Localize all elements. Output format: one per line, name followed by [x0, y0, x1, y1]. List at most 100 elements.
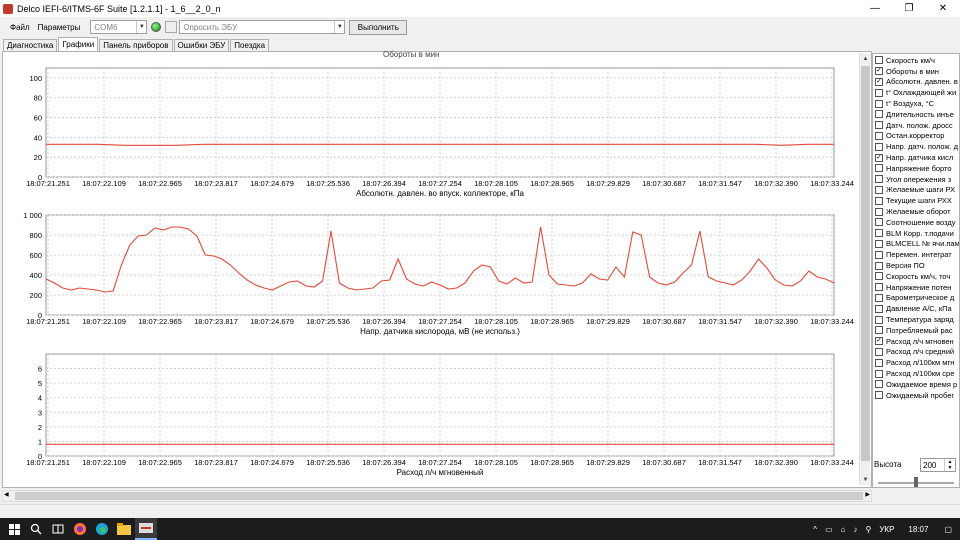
parameter-item[interactable]: Ожидаемое время р [873, 379, 959, 390]
parameter-item[interactable]: BLMCELL № ячи.пам [873, 239, 959, 250]
checkbox[interactable] [875, 250, 883, 259]
edge-icon[interactable] [91, 518, 113, 540]
execute-button[interactable]: Выполнить [349, 19, 408, 35]
parameter-item[interactable]: ✓ Расход л/ч мгновен [873, 336, 959, 347]
scroll-down-icon[interactable]: ▼ [860, 474, 871, 485]
parameter-item[interactable]: Напр. датч. полож. д [873, 141, 959, 152]
checkbox[interactable] [875, 99, 883, 108]
scroll-thumb[interactable] [861, 66, 870, 461]
checkbox[interactable] [875, 239, 883, 248]
parameter-item[interactable]: Датч. полож. дросс [873, 120, 959, 131]
parameter-item[interactable]: Версия ПО [873, 260, 959, 271]
checkbox[interactable]: ✓ [875, 67, 883, 76]
keyboard-language[interactable]: УКР [879, 525, 894, 534]
parameter-item[interactable]: Температура заряд [873, 314, 959, 325]
parameter-item[interactable]: Остан.корректор [873, 131, 959, 142]
parameter-item[interactable]: Скорость км/ч [873, 55, 959, 66]
checkbox[interactable] [875, 185, 883, 194]
parameter-item[interactable]: Угол опережения з [873, 174, 959, 185]
checkbox[interactable] [875, 56, 883, 65]
checkbox[interactable] [875, 110, 883, 119]
checkbox[interactable]: ✓ [875, 153, 883, 162]
parameter-item[interactable]: Длительность инъе [873, 109, 959, 120]
tab-graphs[interactable]: Графики [58, 37, 99, 51]
checkbox[interactable] [875, 304, 883, 313]
parameter-item[interactable]: Барометрическое д [873, 293, 959, 304]
checkbox[interactable] [875, 164, 883, 173]
checkbox[interactable] [875, 293, 883, 302]
ecu-query-select[interactable]: Опросить ЭБУ ▼ [179, 20, 346, 34]
parameter-item[interactable]: Напряжение потен [873, 282, 959, 293]
checkbox[interactable] [875, 229, 883, 238]
parameter-item[interactable]: BLM Корр. т.подачи [873, 228, 959, 239]
parameter-item[interactable]: Перемен. интеграт [873, 249, 959, 260]
checkbox[interactable] [875, 88, 883, 97]
scroll-up-icon[interactable]: ▲ [860, 53, 871, 64]
tray-chevron-up-icon[interactable]: ^ [813, 525, 817, 534]
location-icon[interactable]: ⚲ [865, 525, 871, 534]
checkbox[interactable] [875, 142, 883, 151]
hscroll-thumb[interactable] [15, 492, 863, 500]
tab-dashboard[interactable]: Панель приборов [99, 39, 173, 51]
port-select[interactable]: COM6 ▼ [90, 20, 148, 34]
restore-button[interactable]: ❐ [892, 0, 926, 17]
checkbox[interactable] [875, 131, 883, 140]
notifications-icon[interactable]: ▢ [944, 525, 952, 534]
parameter-item[interactable]: t° Воздуха, °C [873, 98, 959, 109]
checkbox[interactable] [875, 218, 883, 227]
volume-icon[interactable]: ♪ [853, 525, 857, 534]
parameter-item[interactable]: Давление А/С, кПа [873, 303, 959, 314]
parameter-item[interactable]: Ожидаемый пробег [873, 390, 959, 401]
menu-parameters[interactable]: Параметры [34, 23, 85, 32]
battery-icon[interactable]: ▭ [825, 525, 833, 534]
windows-start-icon[interactable] [3, 518, 25, 540]
search-icon[interactable] [25, 518, 47, 540]
height-slider-knob[interactable] [914, 477, 918, 487]
parameter-item[interactable]: Желаемые оборот [873, 206, 959, 217]
height-spinner[interactable]: 200 ▲ ▼ [920, 458, 956, 472]
close-button[interactable]: ✕ [926, 0, 960, 17]
parameter-item[interactable]: Расход л/100км сре [873, 368, 959, 379]
vertical-scrollbar[interactable]: ▲ ▼ [859, 53, 871, 485]
network-icon[interactable]: ⌂ [841, 525, 846, 534]
parameter-item[interactable]: Желаемые шаги РХ [873, 185, 959, 196]
checkbox[interactable] [875, 175, 883, 184]
checkbox[interactable] [875, 121, 883, 130]
checkbox[interactable] [875, 369, 883, 378]
checkbox[interactable] [875, 380, 883, 389]
parameter-item[interactable]: ✓ Напр. датчика кисл [873, 152, 959, 163]
menu-file[interactable]: Файл [6, 23, 34, 32]
checkbox[interactable] [875, 272, 883, 281]
checkbox[interactable] [875, 283, 883, 292]
parameter-item[interactable]: Расход л/ч средний [873, 347, 959, 358]
firefox-icon[interactable] [69, 518, 91, 540]
checkbox[interactable] [875, 347, 883, 356]
parameter-item[interactable]: Соотношение возду [873, 217, 959, 228]
minimize-button[interactable]: — [858, 0, 892, 17]
parameter-item[interactable]: Текущие шаги РХХ [873, 195, 959, 206]
checkbox[interactable] [875, 326, 883, 335]
scroll-right-icon[interactable]: ▶ [865, 491, 870, 498]
parameter-item[interactable]: Расход л/100км мгн [873, 357, 959, 368]
parameter-item[interactable]: Скорость км/ч, точ [873, 271, 959, 282]
parameter-item[interactable]: t° Охлаждающей жи [873, 87, 959, 98]
tab-trip[interactable]: Поездка [230, 39, 270, 51]
action-icon[interactable] [165, 21, 178, 33]
file-explorer-icon[interactable] [113, 518, 135, 540]
horizontal-scrollbar[interactable]: ◀ ▶ [2, 490, 872, 502]
clock-time[interactable]: 18:07 [908, 525, 928, 534]
parameter-item[interactable]: Напряжение борто [873, 163, 959, 174]
parameter-item[interactable]: ✓ Обороты в мин [873, 66, 959, 77]
parameter-item[interactable]: ✓ Абсолютн. давлен. в [873, 77, 959, 88]
checkbox[interactable] [875, 358, 883, 367]
checkbox[interactable]: ✓ [875, 77, 883, 86]
checkbox[interactable] [875, 315, 883, 324]
checkbox[interactable] [875, 207, 883, 216]
checkbox[interactable] [875, 261, 883, 270]
app-taskbar-icon[interactable] [135, 518, 157, 540]
scroll-left-icon[interactable]: ◀ [4, 491, 9, 498]
spin-arrows-icon[interactable]: ▲ ▼ [944, 459, 955, 471]
parameter-item[interactable]: Потребляемый рас [873, 325, 959, 336]
tab-ecu-errors[interactable]: Ошибки ЭБУ [173, 39, 230, 51]
checkbox[interactable] [875, 391, 883, 400]
